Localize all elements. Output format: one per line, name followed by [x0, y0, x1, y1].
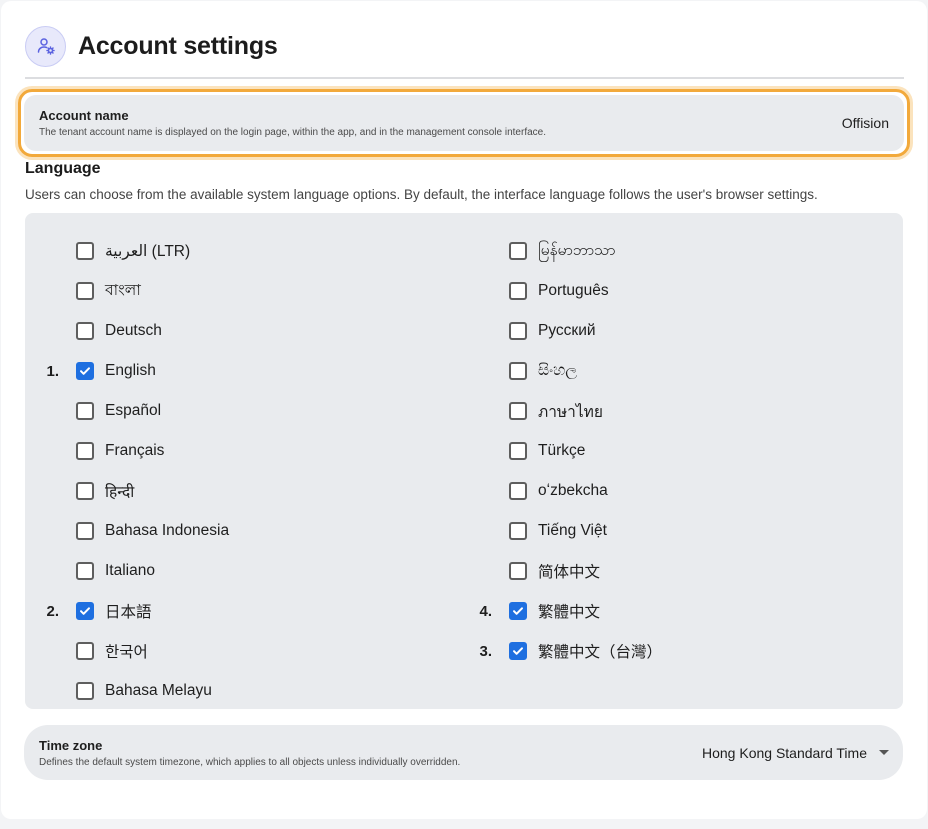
language-priority-number: 4.	[479, 602, 492, 620]
language-option[interactable]: हिन्दी	[25, 471, 455, 511]
language-option[interactable]: العربية (LTR)	[25, 231, 455, 271]
language-option[interactable]: Português	[458, 271, 898, 311]
checkbox-checked[interactable]	[76, 362, 94, 380]
language-option-label: Bahasa Melayu	[105, 682, 212, 699]
language-option[interactable]: Türkçe	[458, 431, 898, 471]
language-option[interactable]: မြန်မာဘာသာ	[458, 231, 898, 271]
language-option-label: 简体中文	[538, 564, 601, 581]
checkmark-icon	[513, 607, 523, 615]
checkbox-unchecked[interactable]	[509, 562, 527, 580]
language-option-label: العربية (LTR)	[105, 242, 191, 260]
language-option-label: Português	[538, 282, 609, 299]
checkmark-icon	[513, 647, 523, 655]
language-option-label: Türkçe	[538, 442, 586, 459]
language-option[interactable]: বাংলা	[25, 271, 455, 311]
checkbox-unchecked[interactable]	[509, 402, 527, 420]
checkbox-unchecked[interactable]	[509, 522, 527, 540]
checkbox-unchecked[interactable]	[509, 322, 527, 340]
checkbox-unchecked[interactable]	[76, 282, 94, 300]
language-option[interactable]: oʻzbekcha	[458, 471, 898, 511]
language-option-label: Italiano	[105, 562, 155, 579]
language-priority-number: 3.	[479, 642, 492, 660]
checkbox-unchecked[interactable]	[509, 482, 527, 500]
language-option-label: Español	[105, 402, 162, 419]
language-option-label: Français	[105, 442, 165, 459]
language-option[interactable]: Italiano	[25, 551, 455, 591]
language-option[interactable]: Français	[25, 431, 455, 471]
checkbox-unchecked[interactable]	[76, 522, 94, 540]
checkbox-checked[interactable]	[509, 602, 527, 620]
account-name-value[interactable]: Offision	[842, 115, 889, 131]
language-option[interactable]: ภาษาไทย	[458, 391, 898, 431]
checkmark-icon	[80, 367, 90, 375]
language-option[interactable]: 4. 繁體中文	[458, 591, 898, 631]
language-option[interactable]: සිංහල	[458, 351, 898, 391]
language-priority-number: 1.	[46, 362, 59, 380]
checkbox-unchecked[interactable]	[509, 442, 527, 460]
language-option-label: 繁體中文	[538, 604, 601, 621]
language-option-label: Bahasa Indonesia	[105, 522, 230, 539]
checkbox-unchecked[interactable]	[76, 242, 94, 260]
language-option[interactable]: Bahasa Indonesia	[25, 511, 455, 551]
checkbox-unchecked[interactable]	[509, 242, 527, 260]
language-section-title: Language	[25, 160, 101, 177]
language-option[interactable]: Bahasa Melayu	[25, 671, 455, 711]
account-name-description: The tenant account name is displayed on …	[39, 127, 547, 138]
checkmark-icon	[80, 607, 90, 615]
timezone-select[interactable]: Hong Kong Standard Time	[702, 745, 889, 761]
language-option-label: Deutsch	[105, 322, 162, 339]
language-option-label: oʻzbekcha	[538, 482, 608, 499]
timezone-value: Hong Kong Standard Time	[702, 744, 867, 761]
checkbox-unchecked[interactable]	[76, 642, 94, 660]
account-name-title: Account name	[39, 108, 129, 123]
caret-down-icon[interactable]	[879, 750, 889, 755]
language-option-label: 繁體中文（台灣）	[538, 644, 663, 661]
language-option-label: Tiếng Việt	[538, 522, 607, 539]
language-option[interactable]: Tiếng Việt	[458, 511, 898, 551]
language-option[interactable]: Deutsch	[25, 311, 455, 351]
checkbox-unchecked[interactable]	[509, 362, 527, 380]
language-option-label: 日本語	[105, 604, 152, 621]
language-option-label: ภาษาไทย	[538, 403, 603, 421]
user-settings-icon	[25, 25, 66, 67]
language-option[interactable]: 1. English	[25, 351, 455, 391]
language-option-label: বাংলা	[105, 282, 141, 299]
language-column-right: မြန်မာဘာသာ Português Русский සිංහල ภาษาไทย Tü…	[458, 231, 898, 671]
language-option[interactable]: Русский	[458, 311, 898, 351]
language-option-label: 한국어	[105, 644, 148, 661]
page-title: Account settings	[78, 31, 278, 60]
timezone-row: Time zone Defines the default system tim…	[24, 725, 903, 780]
timezone-description: Defines the default system timezone, whi…	[39, 756, 461, 768]
language-option[interactable]: 3. 繁體中文（台灣）	[458, 631, 898, 671]
language-priority-number: 2.	[46, 602, 59, 620]
checkbox-unchecked[interactable]	[76, 402, 94, 420]
header-divider	[25, 77, 904, 79]
checkbox-unchecked[interactable]	[76, 682, 94, 700]
language-section-description: Users can choose from the available syst…	[25, 187, 818, 202]
language-option[interactable]: Español	[25, 391, 455, 431]
account-name-row[interactable]: Account name The tenant account name is …	[18, 89, 910, 157]
language-option-label: Русский	[538, 322, 596, 339]
checkbox-checked[interactable]	[509, 642, 527, 660]
checkbox-unchecked[interactable]	[76, 442, 94, 460]
timezone-title: Time zone	[39, 737, 103, 753]
language-option-label: हिन्दी	[105, 484, 135, 501]
language-option[interactable]: 2. 日本語	[25, 591, 455, 631]
checkbox-unchecked[interactable]	[509, 282, 527, 300]
checkbox-unchecked[interactable]	[76, 322, 94, 340]
language-option-label: English	[105, 362, 156, 379]
language-option[interactable]: 한국어	[25, 631, 455, 671]
language-option-label: မြန်မာဘာသာ	[538, 241, 616, 259]
language-column-left: العربية (LTR) বাংলা Deutsch 1. English Españo…	[25, 231, 455, 711]
checkbox-unchecked[interactable]	[76, 562, 94, 580]
language-option-label: සිංහල	[538, 362, 578, 379]
language-options-panel: العربية (LTR) বাংলা Deutsch 1. English Españo…	[25, 213, 903, 709]
language-option[interactable]: 简体中文	[458, 551, 898, 591]
page-header: Account settings	[25, 25, 278, 67]
checkbox-unchecked[interactable]	[76, 482, 94, 500]
checkbox-checked[interactable]	[76, 602, 94, 620]
